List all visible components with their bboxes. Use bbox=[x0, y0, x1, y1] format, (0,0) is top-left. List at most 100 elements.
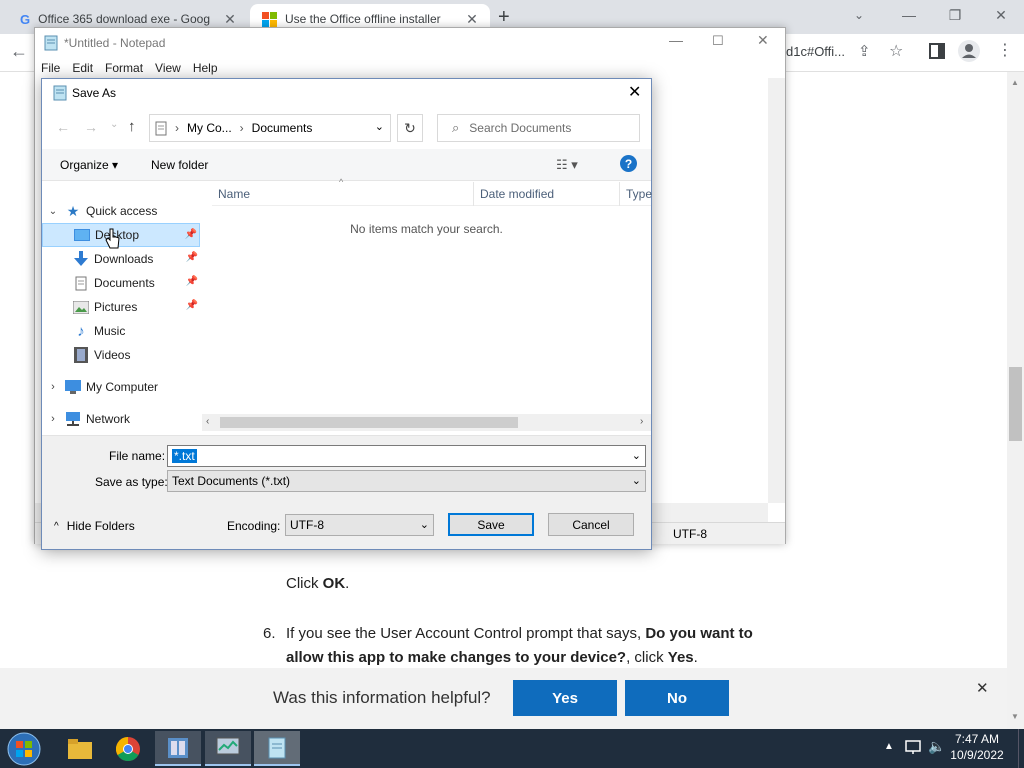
browser-tab-label: Use the Office offline installer bbox=[285, 12, 441, 26]
profile-avatar-icon[interactable] bbox=[958, 40, 980, 62]
nav-my-computer[interactable]: › My Computer bbox=[42, 375, 200, 399]
taskbar-task-manager[interactable] bbox=[205, 731, 251, 766]
more-menu-icon[interactable]: ⋮ bbox=[997, 40, 1013, 60]
view-options-icon[interactable]: ☷ ▾ bbox=[556, 157, 578, 173]
system-clock[interactable]: 7:47 AM 10/9/2022 bbox=[942, 731, 1012, 763]
refresh-icon[interactable]: ↻ bbox=[397, 114, 423, 142]
address-bar-url[interactable]: d1c#Offi... bbox=[786, 44, 845, 59]
recent-locations-chevron-icon[interactable]: ⌄ bbox=[110, 119, 118, 130]
column-name[interactable]: Name bbox=[212, 182, 474, 206]
taskbar-chrome[interactable] bbox=[105, 731, 151, 766]
scroll-right-arrow-icon[interactable]: › bbox=[640, 416, 643, 427]
scroll-up-arrow-icon[interactable]: ▲ bbox=[1011, 78, 1019, 87]
taskbar-notepad[interactable] bbox=[254, 731, 300, 766]
breadcrumb-documents[interactable]: Documents bbox=[252, 121, 313, 135]
search-icon: ⌕ bbox=[452, 120, 460, 135]
menu-help[interactable]: Help bbox=[187, 61, 224, 75]
save-as-dialog: Save As ✕ ← → ⌄ ↑ › My Co... › Documents… bbox=[41, 78, 652, 550]
back-arrow-icon[interactable]: ← bbox=[10, 41, 28, 62]
organize-menu[interactable]: Organize ▾ bbox=[60, 158, 118, 172]
file-list-horizontal-scrollbar[interactable]: ‹ › bbox=[202, 414, 651, 431]
scroll-left-arrow-icon[interactable]: ‹ bbox=[206, 416, 209, 427]
pane-splitter[interactable] bbox=[202, 182, 212, 414]
nav-item-documents[interactable]: Documents 📌 bbox=[42, 271, 200, 295]
menu-edit[interactable]: Edit bbox=[66, 61, 99, 75]
page-scroll-thumb[interactable] bbox=[1009, 367, 1022, 441]
windows-orb-icon bbox=[7, 732, 41, 766]
tab-search-chevron-icon[interactable]: ⌄ bbox=[854, 8, 864, 22]
scroll-down-arrow-icon[interactable]: ▼ bbox=[1011, 712, 1019, 721]
hide-folders-toggle[interactable]: ^ Hide Folders bbox=[54, 519, 135, 533]
column-type[interactable]: Type bbox=[620, 182, 660, 206]
nav-network[interactable]: › Network bbox=[42, 407, 200, 431]
close-tab-icon[interactable]: ✕ bbox=[464, 11, 480, 27]
collapsed-chevron-icon[interactable]: › bbox=[42, 413, 64, 425]
taskbar-file-explorer[interactable] bbox=[57, 731, 103, 766]
save-as-type-select[interactable]: Text Documents (*.txt) ⌄ bbox=[167, 470, 646, 492]
empty-results-message: No items match your search. bbox=[350, 222, 503, 236]
file-name-input[interactable]: *.txt ⌄ bbox=[167, 445, 646, 467]
forward-arrow-icon[interactable]: → bbox=[84, 119, 98, 135]
new-tab-plus-icon[interactable]: + bbox=[498, 6, 510, 29]
horizontal-scroll-thumb[interactable] bbox=[220, 417, 518, 428]
encoding-value: UTF-8 bbox=[290, 518, 324, 532]
page-scrollbar[interactable]: ▲ ▼ bbox=[1007, 72, 1024, 729]
notepad-maximize-icon[interactable]: ☐ bbox=[712, 33, 724, 49]
expand-chevron-icon[interactable]: ⌄ bbox=[42, 206, 64, 217]
close-window-icon[interactable]: ✕ bbox=[978, 0, 1024, 30]
restore-window-icon[interactable]: ❐ bbox=[932, 0, 978, 30]
svg-text:?: ? bbox=[625, 157, 632, 171]
notepad-app-icon bbox=[43, 35, 59, 51]
up-folder-arrow-icon[interactable]: ↑ bbox=[128, 118, 136, 135]
encoding-dropdown-chevron-icon[interactable]: ⌄ bbox=[420, 518, 429, 531]
save-as-type-value: Text Documents (*.txt) bbox=[172, 474, 291, 488]
cancel-button[interactable]: Cancel bbox=[548, 513, 634, 536]
share-icon[interactable]: ⇪ bbox=[858, 42, 871, 60]
menu-format[interactable]: Format bbox=[99, 61, 149, 75]
collapsed-chevron-icon[interactable]: › bbox=[42, 381, 64, 393]
type-dropdown-chevron-icon[interactable]: ⌄ bbox=[632, 474, 641, 487]
start-button[interactable] bbox=[6, 731, 42, 767]
file-name-dropdown-chevron-icon[interactable]: ⌄ bbox=[632, 449, 641, 462]
chrome-icon bbox=[116, 736, 140, 761]
nav-item-videos[interactable]: Videos bbox=[42, 343, 200, 367]
network-status-icon[interactable] bbox=[905, 739, 921, 755]
documents-location-icon bbox=[155, 121, 167, 136]
back-arrow-icon[interactable]: ← bbox=[56, 119, 70, 135]
feedback-yes-button[interactable]: Yes bbox=[513, 680, 617, 716]
notepad-minimize-icon[interactable]: — bbox=[669, 32, 683, 48]
close-tab-icon[interactable]: ✕ bbox=[222, 11, 238, 27]
nav-item-desktop[interactable]: Desktop 📌 bbox=[42, 223, 200, 247]
notepad-close-icon[interactable]: ✕ bbox=[757, 32, 769, 49]
new-folder-button[interactable]: New folder bbox=[151, 158, 208, 172]
step-six-text: If you see the User Account Control prom… bbox=[286, 625, 753, 666]
show-hidden-icons-chevron-icon[interactable]: ▲ bbox=[884, 741, 894, 752]
encoding-select[interactable]: UTF-8 ⌄ bbox=[285, 514, 434, 536]
windows-taskbar: ▲ 🔈 7:47 AM 10/9/2022 bbox=[0, 729, 1024, 768]
address-breadcrumb[interactable]: › My Co... › Documents ⌄ bbox=[149, 114, 391, 142]
nav-item-downloads[interactable]: Downloads 📌 bbox=[42, 247, 200, 271]
breadcrumb-my-computer[interactable]: My Co... bbox=[187, 121, 232, 135]
side-panel-icon[interactable] bbox=[929, 43, 945, 59]
menu-file[interactable]: File bbox=[35, 61, 66, 75]
column-date-modified[interactable]: Date modified bbox=[474, 182, 620, 206]
address-dropdown-chevron-icon[interactable]: ⌄ bbox=[375, 120, 384, 133]
nav-quick-access[interactable]: ⌄ ★ Quick access bbox=[42, 199, 200, 223]
nav-item-music[interactable]: ♪ Music bbox=[42, 319, 200, 343]
click-ok-instruction: Click OK. bbox=[286, 575, 350, 592]
show-desktop-button[interactable] bbox=[1018, 729, 1024, 768]
minimize-window-icon[interactable]: — bbox=[886, 0, 932, 30]
taskbar-control-panel[interactable] bbox=[155, 731, 201, 766]
step-number: 6. bbox=[263, 625, 276, 642]
search-documents-input[interactable]: ⌕ Search Documents bbox=[437, 114, 640, 142]
menu-view[interactable]: View bbox=[149, 61, 187, 75]
help-icon[interactable]: ? bbox=[620, 155, 637, 172]
nav-item-pictures[interactable]: Pictures 📌 bbox=[42, 295, 200, 319]
bookmark-star-icon[interactable]: ☆ bbox=[889, 41, 903, 61]
command-bar: Organize ▾ New folder ☷ ▾ ? bbox=[42, 149, 651, 181]
feedback-no-button[interactable]: No bbox=[625, 680, 729, 716]
save-button[interactable]: Save bbox=[448, 513, 534, 536]
notepad-vertical-scrollbar[interactable] bbox=[768, 78, 785, 503]
close-feedback-icon[interactable]: ✕ bbox=[976, 679, 989, 697]
dialog-close-icon[interactable]: ✕ bbox=[628, 82, 641, 102]
